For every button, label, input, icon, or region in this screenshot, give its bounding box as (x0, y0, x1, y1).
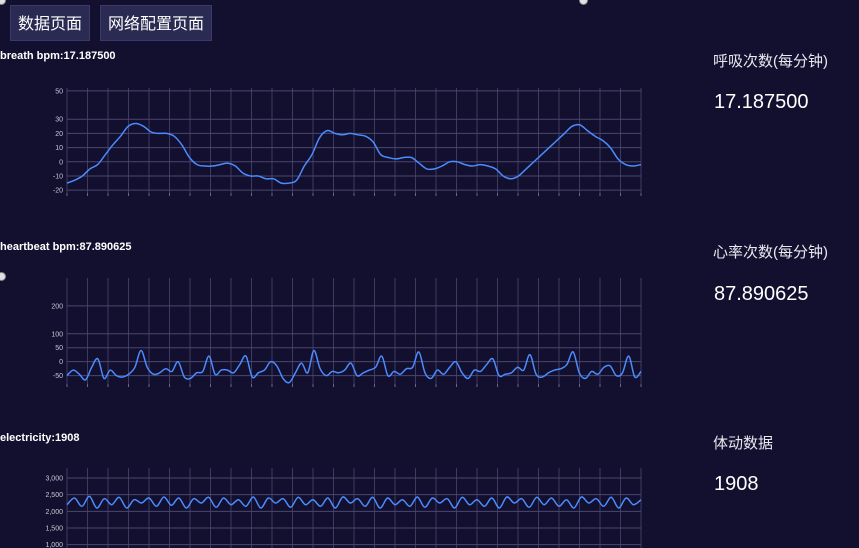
body-movement-value: 1908 (714, 473, 759, 495)
y-tick-label: 1,000 (45, 542, 63, 548)
heart-rate-value: 87.890625 (714, 283, 809, 305)
body-movement-label: 体动数据 (713, 435, 774, 452)
grid (66, 468, 642, 548)
y-tick-label: 1,500 (45, 526, 63, 533)
electricity-chart: 3,000 2,500 2,000 1,500 1,000 (45, 468, 642, 548)
heart-rate-label: 心率次数(每分钟) (713, 244, 828, 261)
breath-rate-value: 17.187500 (714, 91, 809, 113)
y-tick-label: 2,500 (45, 492, 63, 499)
y-tick-label: 3,000 (45, 476, 63, 483)
y-tick-label: 2,000 (45, 509, 63, 516)
breath-rate-label: 呼吸次数(每分钟) (713, 53, 828, 70)
